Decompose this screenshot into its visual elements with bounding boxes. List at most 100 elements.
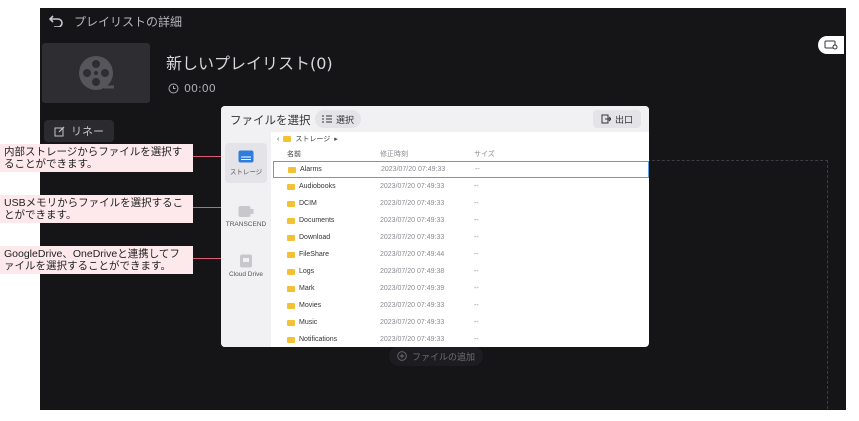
source-label: Cloud Drive (229, 271, 263, 278)
file-name: Audiobooks (299, 183, 336, 190)
breadcrumb: ‹ ストレージ ▸ (277, 134, 338, 144)
file-name: Download (299, 234, 331, 241)
table-row[interactable]: Mark 2023/07/20 07:49:39 -- (273, 280, 649, 297)
folder-icon (287, 217, 295, 224)
file-name-cell: Music (273, 319, 380, 326)
file-name: Documents (299, 217, 335, 224)
file-name: Logs (299, 268, 315, 275)
playlist-name: 新しいプレイリスト(0) (166, 54, 333, 73)
file-size: -- (474, 268, 479, 275)
file-date: 2023/07/20 07:49:39 (380, 285, 445, 292)
file-rows: Alarms 2023/07/20 07:49:33 -- Audiobooks 202… (273, 161, 649, 347)
file-size: -- (474, 302, 479, 309)
breadcrumb-item[interactable]: ストレージ (295, 134, 330, 144)
add-file-label: ファイルの追加 (412, 352, 476, 363)
chevron-left-icon[interactable]: ‹ (277, 136, 279, 143)
table-row[interactable]: Alarms 2023/07/20 07:49:33 -- (273, 161, 649, 178)
playlist-thumbnail (42, 43, 150, 103)
source-usb[interactable]: TRANSCEND (225, 196, 267, 236)
file-name-cell: Alarms (274, 166, 381, 173)
usb-icon (238, 205, 254, 217)
table-row[interactable]: Documents 2023/07/20 07:49:33 -- (273, 212, 649, 229)
exit-button[interactable]: 出口 (593, 110, 642, 128)
file-date: 2023/07/20 07:49:33 (381, 166, 446, 173)
exit-label: 出口 (615, 114, 634, 125)
source-sidebar: ストレージ TRANSCEND Cloud Drive (221, 132, 271, 347)
file-size: -- (474, 319, 479, 326)
table-header: 名前 修正時刻 サイズ (273, 146, 649, 161)
file-name-cell: Logs (273, 268, 380, 275)
file-name: FileShare (299, 251, 329, 258)
cloud-drive-icon (240, 254, 252, 268)
select-label: 選択 (336, 114, 355, 125)
folder-icon (288, 166, 296, 173)
folder-icon (287, 251, 295, 258)
file-date: 2023/07/20 07:49:33 (380, 302, 445, 309)
film-reel-icon (79, 56, 114, 90)
file-size: -- (475, 166, 480, 173)
file-name-cell: Mark (273, 285, 380, 292)
cast-button[interactable] (818, 36, 844, 54)
file-date: 2023/07/20 07:49:33 (380, 319, 445, 326)
file-size: -- (474, 285, 479, 292)
file-size: -- (474, 251, 479, 258)
select-button[interactable]: 選択 (315, 110, 362, 128)
file-name: Movies (299, 302, 322, 309)
drop-area (647, 160, 828, 409)
file-size: -- (474, 183, 479, 190)
file-size: -- (474, 217, 479, 224)
file-name-cell: Download (273, 234, 380, 241)
cast-icon (824, 40, 838, 50)
table-row[interactable]: Notifications 2023/07/20 07:49:33 -- (273, 331, 649, 347)
file-size: -- (474, 336, 479, 343)
file-size: -- (474, 234, 479, 241)
folder-icon (287, 285, 295, 292)
file-name: Alarms (300, 166, 322, 173)
table-row[interactable]: Audiobooks 2023/07/20 07:49:33 -- (273, 178, 649, 195)
file-name: Music (299, 319, 318, 326)
file-picker-dialog: ファイルを選択 選択 出口 ストレージ TRANSCEND Cloud Driv… (221, 106, 649, 347)
folder-icon (287, 268, 295, 275)
folder-icon (287, 302, 295, 309)
rename-label: リネー (71, 125, 104, 138)
folder-icon (287, 336, 295, 343)
callout-usb: USBメモリからファイルを選択することができます。 (0, 195, 193, 223)
file-date: 2023/07/20 07:49:33 (380, 200, 445, 207)
dialog-title: ファイルを選択 (230, 115, 311, 127)
column-size[interactable]: サイズ (474, 149, 534, 159)
table-row[interactable]: Movies 2023/07/20 07:49:33 -- (273, 297, 649, 314)
chevron-right-icon: ▸ (334, 136, 338, 143)
column-name[interactable]: 名前 (273, 149, 380, 159)
playlist-duration: 00:00 (168, 82, 216, 95)
back-icon[interactable] (48, 13, 64, 29)
callout-cloud: GoogleDrive、OneDriveと連携してファイルを選択することができま… (0, 246, 193, 274)
folder-icon (287, 200, 295, 207)
file-name-cell: Documents (273, 217, 380, 224)
table-row[interactable]: Music 2023/07/20 07:49:33 -- (273, 314, 649, 331)
source-label: TRANSCEND (225, 220, 267, 228)
file-date: 2023/07/20 07:49:44 (380, 251, 445, 258)
list-select-icon (322, 115, 332, 123)
source-storage[interactable]: ストレージ (225, 143, 267, 183)
exit-icon (601, 114, 611, 124)
table-row[interactable]: Logs 2023/07/20 07:49:38 -- (273, 263, 649, 280)
table-row[interactable]: FileShare 2023/07/20 07:49:44 -- (273, 246, 649, 263)
file-name-cell: DCIM (273, 200, 380, 207)
page-title: プレイリストの詳細 (74, 14, 183, 29)
file-table: 名前 修正時刻 サイズ Alarms 2023/07/20 07:49:33 -- A… (273, 146, 649, 347)
add-file-button[interactable]: ファイルの追加 (389, 346, 484, 366)
file-name: DCIM (299, 200, 317, 207)
table-row[interactable]: DCIM 2023/07/20 07:49:33 -- (273, 195, 649, 212)
file-date: 2023/07/20 07:49:33 (380, 336, 445, 343)
file-date: 2023/07/20 07:49:33 (380, 234, 445, 241)
folder-icon (287, 234, 295, 241)
rename-button[interactable]: リネー (44, 120, 114, 142)
folder-icon (283, 136, 292, 142)
file-name: Notifications (299, 336, 338, 343)
callout-storage: 内部ストレージからファイルを選択することができます。 (0, 144, 193, 172)
table-row[interactable]: Download 2023/07/20 07:49:33 -- (273, 229, 649, 246)
top-bar: プレイリストの詳細 (40, 8, 846, 34)
source-cloud-drive[interactable]: Cloud Drive (225, 246, 267, 286)
file-date: 2023/07/20 07:49:33 (380, 217, 445, 224)
column-date[interactable]: 修正時刻 (380, 149, 474, 159)
